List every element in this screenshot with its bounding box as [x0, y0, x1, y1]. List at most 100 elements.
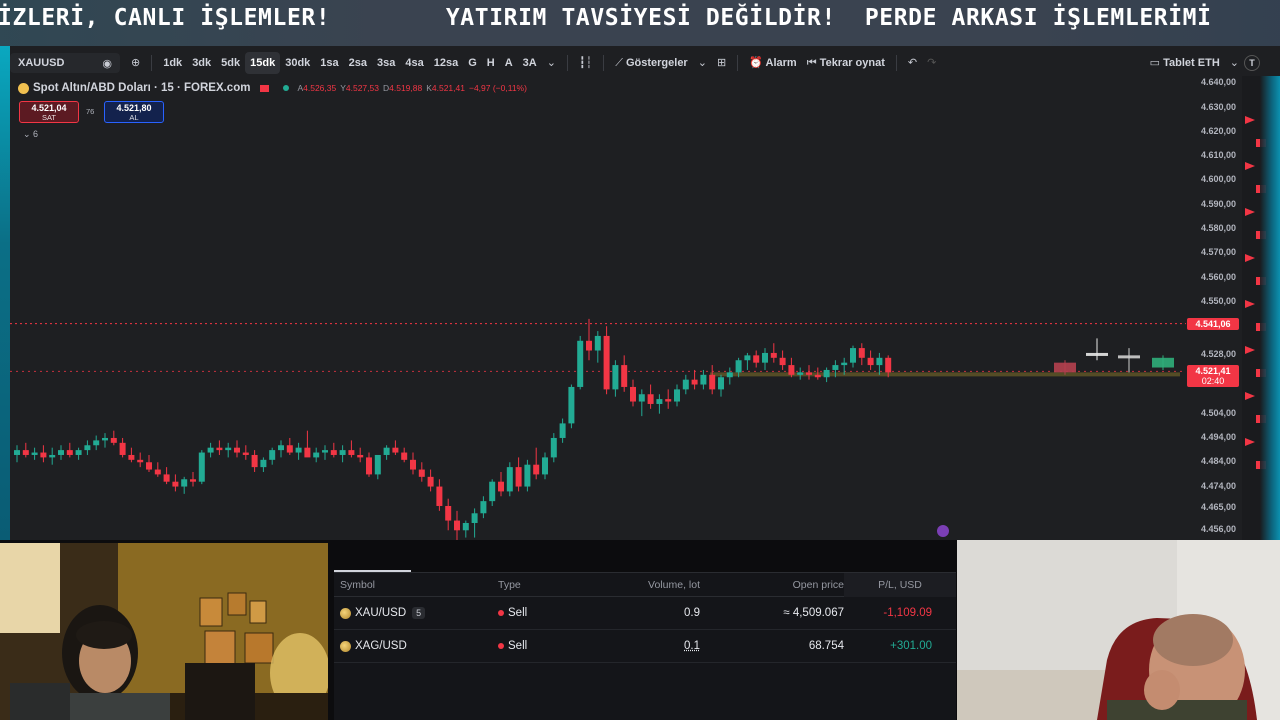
candle-body: [313, 452, 320, 458]
left-edge-glow: [0, 46, 10, 540]
candle-body: [498, 481, 504, 492]
layout-button[interactable]: ▭ Tablet ETH: [1145, 52, 1225, 74]
candle-body: [93, 440, 100, 446]
indicators-button[interactable]: ⟋ Göstergeler: [610, 52, 693, 74]
position-type-cell: Sell: [492, 640, 642, 652]
indicator-collapse-toggle[interactable]: ⌄ 6: [23, 129, 38, 140]
indicators-chevron-icon[interactable]: ⌄: [693, 52, 712, 74]
news-ticker: İZLERİ, CANLI İŞLEMLER! YATIRIM TAVSİYES…: [0, 0, 1280, 46]
redo-icon[interactable]: ↷: [922, 52, 941, 74]
price-axis-label: 4.550,00: [1200, 295, 1236, 306]
candle-type-icon[interactable]: ┇┆: [574, 52, 597, 74]
candle-body: [75, 450, 82, 455]
candle-body: [744, 355, 751, 361]
separator: [737, 55, 739, 71]
candle-body: [700, 374, 707, 385]
projected-candle-body: [1118, 355, 1140, 359]
candle-body: [454, 520, 460, 531]
col-open-price[interactable]: Open price: [700, 579, 844, 591]
position-count-badge: 5: [412, 607, 426, 619]
interval-12sa[interactable]: 12sa: [429, 52, 463, 74]
price-chart[interactable]: [10, 76, 1186, 540]
candle-body: [66, 450, 73, 455]
price-axis-label: 4.474,00: [1200, 480, 1236, 491]
alert-marker-icon[interactable]: [1245, 438, 1255, 446]
candle-body: [128, 454, 135, 460]
layout-chevron-icon[interactable]: ⌄: [1225, 52, 1244, 74]
candle-body: [735, 360, 742, 373]
eye-icon[interactable]: ◉: [102, 57, 112, 70]
interval-list: 1dk 3dk 5dk 15dk 30dk 1sa 2sa 3sa 4sa 12sa G H A 3A: [158, 52, 542, 74]
layout-short-button[interactable]: T: [1244, 55, 1260, 71]
price-axis-label: 4.570,00: [1200, 247, 1236, 258]
webcam-left-image: [0, 543, 328, 720]
candle-body: [137, 459, 144, 463]
alarm-button[interactable]: ⏰ Alarm: [744, 52, 802, 74]
undo-icon[interactable]: ↶: [903, 52, 922, 74]
candle-body: [14, 450, 20, 455]
price-axis-label: 4.590,00: [1200, 198, 1236, 209]
alert-marker-icon[interactable]: [1245, 300, 1255, 308]
price-axis[interactable]: 4.640,00 4.630,00 4.620,00 4.610,00 4.600,00…: [1186, 76, 1242, 540]
interval-G[interactable]: G: [463, 52, 482, 74]
alert-marker-icon[interactable]: [1245, 208, 1255, 216]
replay-label: Tekrar oynat: [819, 57, 885, 69]
sell-button[interactable]: 4.521,04 SAT: [19, 101, 79, 123]
alarm-clock-icon: ⏰: [749, 57, 763, 69]
interval-1sa[interactable]: 1sa: [315, 52, 343, 74]
interval-2sa[interactable]: 2sa: [344, 52, 372, 74]
interval-H[interactable]: H: [482, 52, 500, 74]
price-axis-label: 4.504,00: [1200, 407, 1236, 418]
col-symbol[interactable]: Symbol: [334, 579, 492, 591]
interval-15dk[interactable]: 15dk: [245, 52, 281, 74]
col-pl[interactable]: P/L, USD: [844, 572, 956, 597]
interval-3A[interactable]: 3A: [518, 52, 542, 74]
candle-body: [630, 386, 636, 402]
plus-circle-icon[interactable]: ⊕: [126, 52, 145, 74]
candle-body: [674, 389, 680, 402]
ohlc-value: 4.526,35: [303, 83, 337, 93]
alert-marker-icon[interactable]: [1245, 346, 1255, 354]
webcam-left: [0, 543, 328, 720]
candle-body: [58, 450, 64, 455]
buy-price: 4.521,80: [116, 103, 152, 113]
separator: [566, 55, 568, 71]
alert-marker-icon[interactable]: [1245, 162, 1255, 170]
projected-candle-body: [1152, 357, 1174, 368]
alert-marker-icon[interactable]: [1245, 392, 1255, 400]
col-type[interactable]: Type: [492, 579, 642, 591]
chevron-down-icon[interactable]: ⌄: [542, 52, 561, 74]
candle-body: [594, 335, 601, 351]
interval-3dk[interactable]: 3dk: [187, 52, 216, 74]
interval-1dk[interactable]: 1dk: [158, 52, 187, 74]
candle-body: [418, 469, 425, 477]
ohlc-Y: Y4.527,53: [340, 83, 379, 93]
sell-dot-icon: [498, 643, 504, 649]
position-row[interactable]: XAU/USD 5 Sell 0.9 ≈ 4,509.067 -1,109.09: [334, 597, 956, 630]
layout-grid-icon[interactable]: ⊞: [712, 52, 731, 74]
alert-marker-icon[interactable]: [1245, 254, 1255, 262]
candle-body: [322, 450, 328, 453]
interval-4sa[interactable]: 4sa: [400, 52, 428, 74]
interval-A[interactable]: A: [500, 52, 518, 74]
interval-5dk[interactable]: 5dk: [216, 52, 245, 74]
chart-legend: Spot Altın/ABD Doları · 15 · FOREX.com A…: [18, 82, 527, 94]
interval-3sa[interactable]: 3sa: [372, 52, 400, 74]
sell-dot-icon: [498, 610, 504, 616]
interval-30dk[interactable]: 30dk: [280, 52, 315, 74]
candle-body: [49, 454, 56, 458]
candle-body: [119, 442, 126, 455]
position-row[interactable]: XAG/USD Sell 0.1 68.754 +301.00: [334, 630, 956, 663]
candle-body: [436, 486, 443, 506]
symbol-search[interactable]: XAUUSD ◉: [10, 53, 120, 73]
price-axis-label: 4.600,00: [1200, 174, 1236, 185]
candle-body: [665, 399, 672, 402]
price-axis-label: 4.465,00: [1200, 502, 1236, 513]
replay-button[interactable]: ⏮ Tekrar oynat: [802, 52, 890, 74]
buy-button[interactable]: 4.521,80 AL: [104, 101, 164, 123]
candle-body: [603, 335, 610, 390]
position-volume: 0.9: [684, 607, 700, 619]
alert-marker-icon[interactable]: [1245, 116, 1255, 124]
legend-change: −4,97 (−0,11%): [468, 83, 527, 93]
col-volume[interactable]: Volume, lot: [642, 579, 700, 591]
